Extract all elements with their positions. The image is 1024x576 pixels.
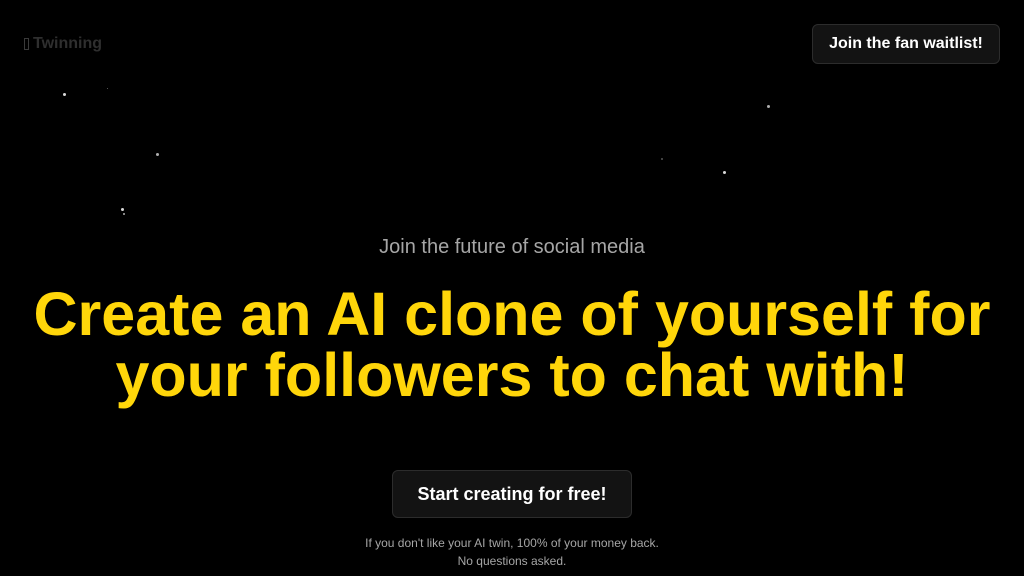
money-back-guarantee: If you don't like your AI twin, 100% of … bbox=[0, 534, 1024, 570]
logo-text: Twinning bbox=[33, 35, 103, 52]
headline-line-1: Create an AI clone of yourself for bbox=[33, 280, 991, 348]
star bbox=[156, 153, 159, 156]
star bbox=[123, 213, 125, 215]
star bbox=[661, 158, 663, 160]
star bbox=[723, 171, 726, 174]
hero-subtitle: Join the future of social media bbox=[379, 236, 645, 258]
guarantee-line-1: If you don't like your AI twin, 100% of … bbox=[365, 536, 659, 550]
star bbox=[107, 88, 108, 89]
start-creating-button[interactable]: Start creating for free! bbox=[392, 470, 632, 518]
guarantee-line-2: No questions asked. bbox=[457, 554, 567, 568]
star bbox=[63, 93, 66, 96]
apple-icon bbox=[24, 38, 29, 50]
logo[interactable]: Twinning bbox=[24, 34, 102, 54]
hero-headline: Create an AI clone of yourself for your … bbox=[0, 284, 1024, 406]
star bbox=[767, 105, 770, 108]
join-waitlist-button[interactable]: Join the fan waitlist! bbox=[812, 24, 1000, 64]
landing-page: Twinning Join the fan waitlist! Join the… bbox=[0, 0, 1024, 576]
star bbox=[121, 208, 124, 211]
headline-line-2: your followers to chat with! bbox=[115, 341, 909, 409]
